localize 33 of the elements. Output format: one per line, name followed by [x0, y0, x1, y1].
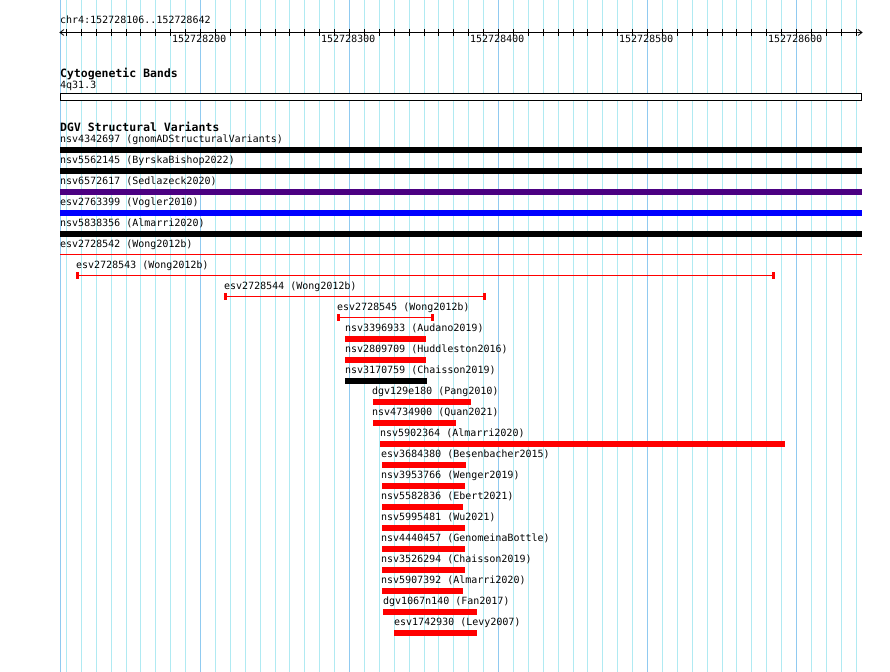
- feature-label: nsv4440457 (GenomeinaBottle): [381, 533, 550, 545]
- feature-label: esv2728544 (Wong2012b): [224, 281, 356, 293]
- feature-label: nsv5562145 (ByrskaBishop2022): [60, 155, 235, 167]
- tick-label: 152728400: [470, 34, 524, 46]
- feature-label: esv2763399 (Vogler2010): [60, 197, 198, 209]
- feature-label: esv2728545 (Wong2012b): [337, 302, 470, 314]
- feature-label: nsv5838356 (Almarri2020): [60, 218, 204, 230]
- feature-label: nsv6572617 (Sedlazeck2020): [60, 176, 217, 188]
- feature-label: esv3684380 (Besenbacher2015): [381, 449, 550, 461]
- feature-label: nsv5902364 (Almarri2020): [380, 428, 524, 440]
- feature-label: nsv4342697 (gnomADStructuralVariants): [60, 134, 283, 146]
- feature-label: nsv3526294 (Chaisson2019): [381, 554, 532, 566]
- feature-label: nsv3953766 (Wenger2019): [381, 470, 520, 482]
- feature-label: dgv1067n140 (Fan2017): [383, 596, 510, 608]
- feature-label: nsv4734900 (Quan2021): [372, 407, 498, 419]
- feature-label: nsv5582836 (Ebert2021): [381, 491, 514, 503]
- track-title: Cytogenetic Bands: [60, 67, 178, 80]
- feature-label: nsv5995481 (Wu2021): [381, 512, 496, 524]
- feature-label: nsv5907392 (Almarri2020): [381, 575, 526, 587]
- track-title: DGV Structural Variants: [60, 121, 220, 134]
- feature-label: esv2728542 (Wong2012b): [60, 239, 192, 251]
- feature-label: 4q31.3: [60, 80, 96, 92]
- feature-label: nsv3170759 (Chaisson2019): [345, 365, 496, 377]
- feature-label: esv2728543 (Wong2012b): [76, 260, 208, 272]
- tick-label: 152728600: [768, 34, 822, 46]
- feature-label: esv1742930 (Levy2007): [394, 617, 520, 629]
- location-label: chr4:152728106..152728642: [60, 15, 211, 27]
- tick-label: 152728200: [172, 34, 226, 46]
- feature-label: nsv2809709 (Huddleston2016): [345, 344, 508, 356]
- tick-label: 152728500: [619, 34, 674, 46]
- feature-label: dgv129e180 (Pang2010): [372, 386, 498, 398]
- feature-label: nsv3396933 (Audano2019): [345, 323, 484, 335]
- tick-label: 152728300: [321, 34, 376, 46]
